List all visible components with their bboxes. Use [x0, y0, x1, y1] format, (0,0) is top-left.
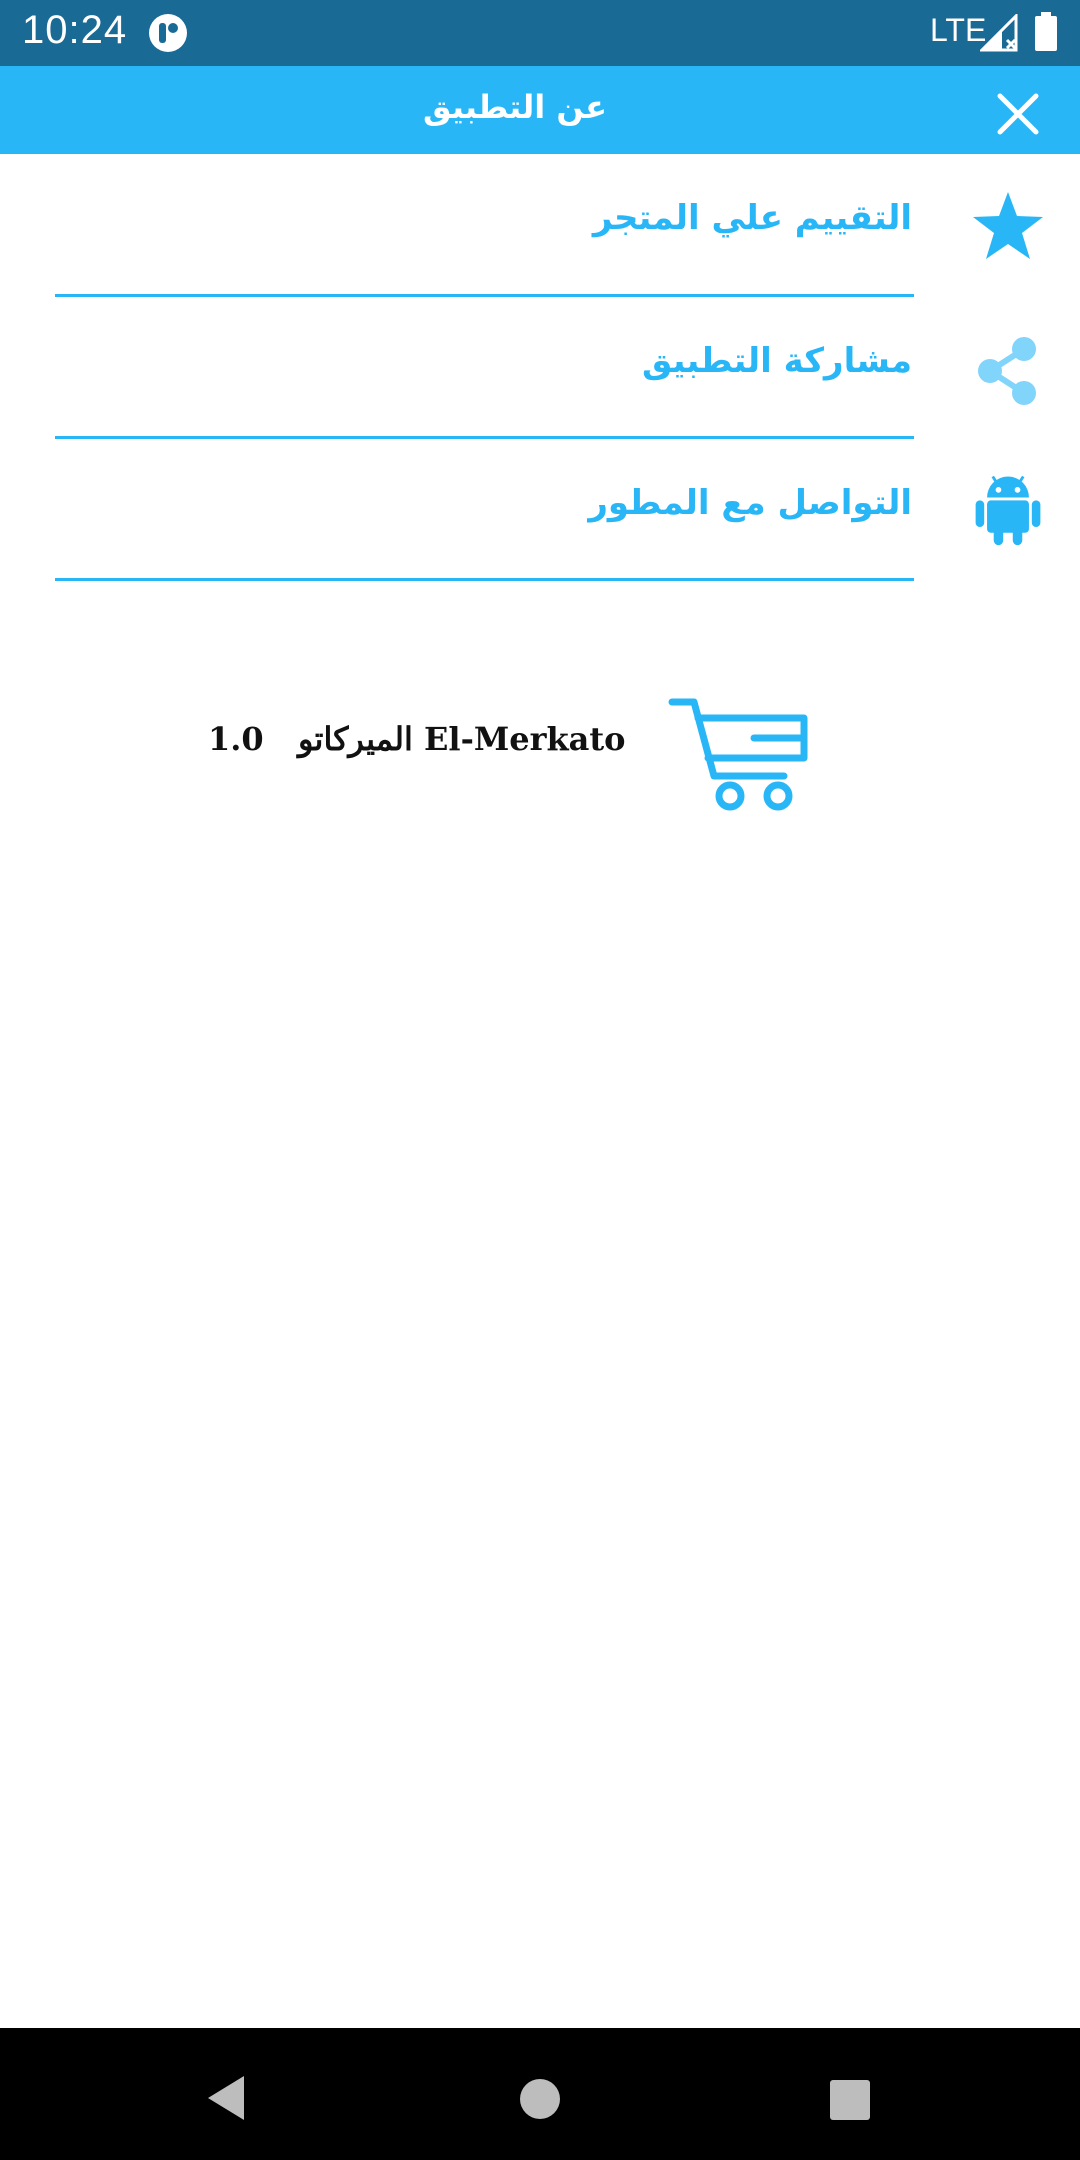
- status-time: 10:24: [22, 8, 128, 52]
- share-icon: [978, 337, 1036, 405]
- page-title: عن التطبيق: [423, 88, 607, 126]
- network-type: LTE: [930, 12, 987, 48]
- contact-developer-item[interactable]: التواصل مع المطور: [0, 439, 1080, 581]
- rate-store-label: التقييم علي المتجر: [592, 198, 912, 238]
- rate-store-item[interactable]: التقييم علي المتجر: [0, 154, 1080, 296]
- share-app-label: مشاركة التطبيق: [641, 341, 912, 381]
- star-icon: [973, 192, 1043, 259]
- share-app-item[interactable]: مشاركة التطبيق: [0, 297, 1080, 439]
- app-version: 1.0: [208, 720, 264, 758]
- battery-icon: [1035, 12, 1057, 51]
- status-bar: 10:24 LTE: [0, 0, 1080, 66]
- android-icon: [975, 475, 1041, 546]
- divider: [55, 578, 914, 581]
- shopping-cart-icon: [668, 698, 808, 811]
- recents-icon[interactable]: [829, 2080, 871, 2120]
- close-icon[interactable]: [992, 88, 1044, 140]
- contact-developer-label: التواصل مع المطور: [588, 483, 912, 523]
- system-nav-bar: [0, 2028, 1080, 2160]
- signal-icon: [980, 14, 1018, 52]
- back-icon[interactable]: [204, 2074, 248, 2122]
- app-bar: عن التطبيق: [0, 66, 1080, 154]
- app-name: الميركاتو El-Merkato: [298, 720, 626, 758]
- notification-app-icon: [149, 14, 187, 52]
- home-icon[interactable]: [519, 2078, 561, 2120]
